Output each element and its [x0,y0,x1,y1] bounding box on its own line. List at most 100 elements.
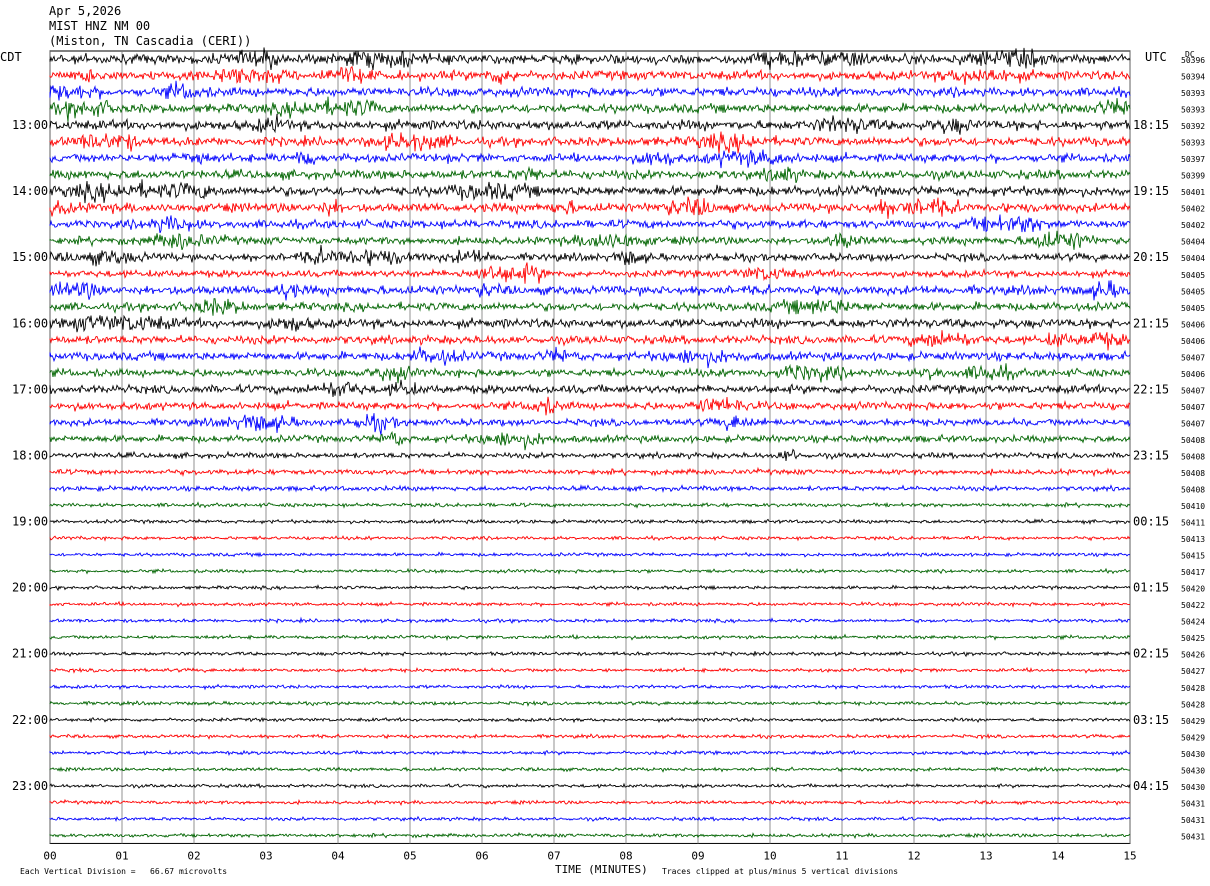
dc-offset-label: 50406 [1181,370,1205,379]
seismic-trace [49,567,1131,575]
seismic-trace [49,749,1131,757]
seismic-trace [49,80,1131,101]
dc-offset-label: 50408 [1181,469,1205,478]
dc-offset-label: 50425 [1181,634,1205,643]
x-tick-label: 05 [403,849,416,862]
seismic-trace [49,330,1131,351]
seismic-trace [49,798,1131,806]
dc-offset-label: 50401 [1181,188,1205,197]
dc-offset-label: 50430 [1181,750,1205,759]
grid-lines [49,50,1131,844]
dc-offset-label: 50393 [1181,139,1205,148]
x-tick-label: 15 [1123,849,1136,862]
dc-offset-label: 50422 [1181,601,1205,610]
dc-offset-label: 50424 [1181,618,1205,627]
left-hour-label: 23:00 [12,779,48,793]
dc-offset-label: 50417 [1181,568,1205,577]
seismic-trace [49,149,1131,169]
right-hour-label: 21:15 [1133,316,1169,330]
seismic-trace [49,363,1131,384]
seismic-trace [49,501,1131,509]
seismic-trace [49,314,1131,333]
clip-note: Traces clipped at plus/minus 5 vertical … [662,867,899,876]
seismic-trace [49,716,1131,724]
dc-offset-label: 50393 [1181,106,1205,115]
right-hour-label: 23:15 [1133,448,1169,462]
dc-offset-label: 50406 [1181,337,1205,346]
seismic-trace [49,379,1131,398]
dc-offset-label: 50396 [1181,56,1205,65]
seismic-trace [49,262,1131,284]
seismic-trace [49,448,1131,461]
dc-offset-label: 50405 [1181,287,1205,296]
seismic-trace [49,650,1131,658]
left-hour-label: 17:00 [12,382,48,396]
dc-offset-label: 50430 [1181,766,1205,775]
dc-offset-label: 50428 [1181,700,1205,709]
x-tick-label: 12 [907,849,920,862]
right-hour-label: 19:15 [1133,184,1169,198]
left-hour-label: 19:00 [12,515,48,529]
left-hour-label: 16:00 [12,316,48,330]
left-hour-label: 22:00 [12,713,48,727]
seismic-trace [49,683,1131,691]
dc-offset-label: 50407 [1181,419,1205,428]
dc-offset-label: 50413 [1181,535,1205,544]
seismic-trace [49,244,1131,267]
dc-offset-label: 50429 [1181,717,1205,726]
left-hour-label: 21:00 [12,647,48,661]
seismic-trace [49,616,1131,625]
dc-offset-label: 50407 [1181,403,1205,412]
dc-offset-label: 50397 [1181,155,1205,164]
seismic-trace [49,484,1131,494]
right-hour-label: 00:15 [1133,515,1169,529]
seismic-trace [49,699,1131,707]
right-hour-label: 02:15 [1133,647,1169,661]
dc-offset-label: 50393 [1181,89,1205,98]
x-tick-label: 09 [691,849,704,862]
dc-offset-label: 50404 [1181,238,1205,247]
dc-offset-label: 50431 [1181,832,1205,841]
x-axis-title: TIME (MINUTES) [555,863,648,876]
dc-offset-label: 50405 [1181,271,1205,280]
dc-offset-label: 50407 [1181,353,1205,362]
scale-note: Each Vertical Division = 66.67 microvolt… [20,867,228,876]
dc-offset-label: 50394 [1181,73,1205,82]
right-hour-label: 22:15 [1133,382,1169,396]
plot-frame [49,50,1131,844]
x-tick-label: 11 [835,849,848,862]
seismic-trace [49,96,1131,122]
seismic-trace [49,413,1131,436]
dc-offset-label: 50407 [1181,386,1205,395]
x-tick-label: 02 [187,849,200,862]
seismic-trace [49,733,1131,740]
right-hour-label: 04:15 [1133,779,1169,793]
dc-offset-label: 50406 [1181,320,1205,329]
seismic-trace [49,298,1131,316]
x-tick-label: 06 [475,849,488,862]
seismic-trace [49,396,1131,416]
seismic-trace [49,131,1131,154]
dc-offset-label: 50428 [1181,684,1205,693]
left-hour-label: 13:00 [12,118,48,132]
seismic-trace [49,831,1131,839]
dc-offset-label: 50427 [1181,667,1205,676]
dc-offset-label: 50431 [1181,816,1205,825]
x-tick-label: 03 [259,849,272,862]
x-tick-label: 00 [43,849,56,862]
seismic-trace [49,766,1131,773]
dc-offset-label: 50405 [1181,304,1205,313]
seismic-trace [49,196,1131,219]
dc-offset-label: 50392 [1181,122,1205,131]
x-tick-label: 13 [979,849,992,862]
dc-offset-label: 50430 [1181,783,1205,792]
right-hour-label: 03:15 [1133,713,1169,727]
x-tick-label: 08 [619,849,632,862]
x-tick-label: 14 [1051,849,1065,862]
seismic-trace [49,518,1131,526]
trace-group [49,47,1131,839]
right-hour-label: 20:15 [1133,250,1169,264]
right-hour-label: 18:15 [1133,118,1169,132]
seismic-trace [49,666,1131,675]
x-tick-label: 04 [331,849,345,862]
